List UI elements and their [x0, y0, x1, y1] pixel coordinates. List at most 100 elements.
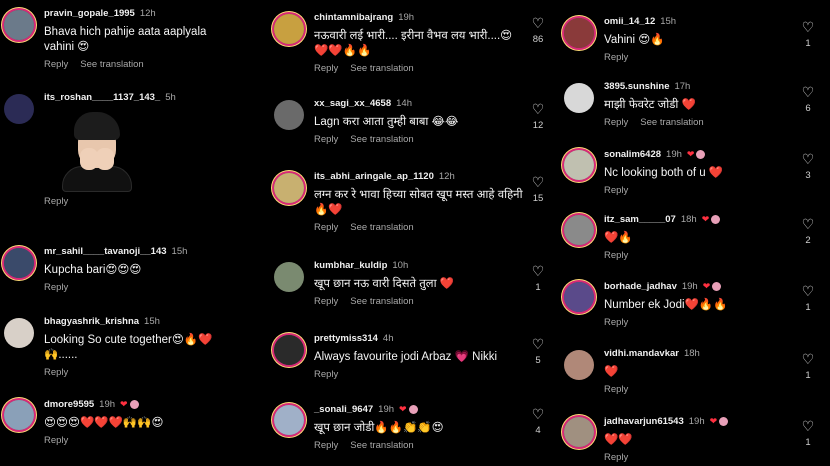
reply-button[interactable]: Reply: [604, 317, 628, 328]
user-avatar[interactable]: [274, 405, 304, 435]
username-link[interactable]: prettymiss314: [314, 333, 378, 344]
like-button[interactable]: ♡ 12: [530, 102, 546, 131]
reply-button[interactable]: Reply: [314, 222, 338, 233]
username-link[interactable]: mr_sahil____tavanoji__143: [44, 246, 167, 257]
comment-body: 3895.sunshine 17h माझी फेवरेट जोडी ❤️ Reply…: [604, 81, 796, 128]
reply-button[interactable]: Reply: [44, 196, 68, 207]
reply-button[interactable]: Reply: [314, 440, 338, 451]
username-link[interactable]: its_roshan____1137_143_: [44, 92, 160, 103]
reply-button[interactable]: Reply: [44, 367, 68, 378]
comment-time: 5h: [165, 92, 176, 103]
comment-meta: omii_14_12 15h: [604, 16, 796, 28]
username-link[interactable]: kumbhar_kuldip: [314, 260, 387, 271]
reply-button[interactable]: Reply: [604, 52, 628, 63]
user-avatar[interactable]: [274, 14, 304, 44]
comment-actions: Reply: [604, 250, 796, 261]
reply-button[interactable]: Reply: [44, 282, 68, 293]
user-avatar[interactable]: [564, 350, 594, 380]
username-link[interactable]: sonalim6428: [604, 149, 661, 160]
see-translation-button[interactable]: See translation: [350, 134, 413, 145]
heart-outline-icon: ♡: [801, 19, 815, 35]
see-translation-button[interactable]: See translation: [80, 59, 143, 70]
user-avatar[interactable]: [4, 318, 34, 348]
comment-actions: Reply: [604, 384, 796, 395]
like-button[interactable]: ♡ 6: [800, 85, 816, 114]
like-button[interactable]: ♡ 1: [800, 352, 816, 381]
comment-meta: sonalim6428 19h ❤: [604, 148, 796, 161]
username-link[interactable]: chintamnibajrang: [314, 12, 393, 23]
like-button[interactable]: ♡ 2: [800, 217, 816, 246]
see-translation-button[interactable]: See translation: [350, 63, 413, 74]
see-translation-button[interactable]: See translation: [350, 296, 413, 307]
like-button[interactable]: ♡ 3: [800, 152, 816, 181]
user-avatar[interactable]: [564, 83, 594, 113]
reply-button[interactable]: Reply: [604, 452, 628, 463]
user-avatar[interactable]: [4, 10, 34, 40]
comment-text: ❤️🔥: [604, 232, 633, 245]
like-button[interactable]: ♡ 1: [530, 264, 546, 293]
heart-icon: ❤: [120, 399, 128, 409]
reply-button[interactable]: Reply: [604, 117, 628, 128]
like-button[interactable]: ♡ 1: [800, 419, 816, 448]
reply-button[interactable]: Reply: [44, 435, 68, 446]
user-avatar[interactable]: [564, 417, 594, 447]
username-link[interactable]: xx_sagi_xx_4658: [314, 98, 391, 109]
reply-button[interactable]: Reply: [314, 369, 338, 380]
user-avatar[interactable]: [274, 173, 304, 203]
comment-meta: jadhavarjun61543 19h ❤: [604, 415, 796, 428]
user-avatar[interactable]: [274, 100, 304, 130]
user-avatar[interactable]: [564, 215, 594, 245]
comment-body: kumbhar_kuldip 10h खूप छान नऊ वारी दिसते त…: [314, 260, 526, 307]
username-link[interactable]: itz_sam_____07: [604, 214, 676, 225]
avatar-image: [274, 405, 304, 435]
see-translation-button[interactable]: See translation: [350, 440, 413, 451]
like-button[interactable]: ♡ 86: [530, 16, 546, 45]
username-link[interactable]: 3895.sunshine: [604, 81, 669, 92]
comment-text: खूप छान नऊ वारी दिसते तुला ❤️: [314, 278, 455, 290]
like-count: 1: [805, 370, 811, 381]
like-button[interactable]: ♡ 1: [800, 284, 816, 313]
like-count: 3: [805, 170, 811, 181]
comment-time: 15h: [660, 16, 677, 27]
user-avatar[interactable]: [564, 18, 594, 48]
username-link[interactable]: jadhavarjun61543: [604, 416, 684, 427]
avatar-image: [274, 14, 304, 44]
like-button[interactable]: ♡ 15: [530, 175, 546, 204]
sticker-body: [62, 166, 132, 192]
comment-actions: Reply: [44, 435, 231, 446]
heart-icon: ❤: [686, 149, 695, 159]
reply-button[interactable]: Reply: [314, 134, 338, 145]
comment-time: 19h: [99, 399, 116, 411]
reply-button[interactable]: Reply: [44, 59, 68, 70]
user-avatar[interactable]: [4, 248, 34, 278]
like-button[interactable]: ♡ 4: [530, 407, 546, 436]
reply-button[interactable]: Reply: [314, 63, 338, 74]
user-avatar[interactable]: [4, 400, 34, 430]
username-link[interactable]: omii_14_12: [604, 16, 655, 27]
like-button[interactable]: ♡ 1: [800, 20, 816, 49]
username-link[interactable]: borhade_jadhav: [604, 281, 677, 292]
comment-body: dmore9595 19h ❤ 😍😍😍❤️❤️❤️🙌🙌😍 Reply: [44, 398, 231, 446]
creator-avatar: [712, 281, 722, 291]
username-link[interactable]: vidhi.mandavkar: [604, 348, 679, 359]
user-avatar[interactable]: [564, 282, 594, 312]
username-link[interactable]: its_abhi_aringale_ap_1120: [314, 171, 434, 182]
username-link[interactable]: bhagyashrik_krishna: [44, 316, 139, 327]
comment-body: chintamnibajrang 19h नऊवारी लई भारी.... इर…: [314, 12, 526, 74]
reply-button[interactable]: Reply: [604, 250, 628, 261]
username-link[interactable]: _sonali_9647: [314, 404, 373, 415]
user-avatar[interactable]: [4, 94, 34, 124]
user-avatar[interactable]: [274, 335, 304, 365]
reply-button[interactable]: Reply: [604, 384, 628, 395]
like-button[interactable]: ♡ 5: [530, 337, 546, 366]
user-avatar[interactable]: [274, 262, 304, 292]
comment-actions: Reply: [44, 282, 231, 293]
comment-meta: _sonali_9647 19h ❤: [314, 403, 526, 416]
see-translation-button[interactable]: See translation: [640, 117, 703, 128]
username-link[interactable]: dmore9595: [44, 399, 94, 410]
user-avatar[interactable]: [564, 150, 594, 180]
reply-button[interactable]: Reply: [604, 185, 628, 196]
username-link[interactable]: pravin_gopale_1995: [44, 8, 135, 19]
see-translation-button[interactable]: See translation: [350, 222, 413, 233]
reply-button[interactable]: Reply: [314, 296, 338, 307]
